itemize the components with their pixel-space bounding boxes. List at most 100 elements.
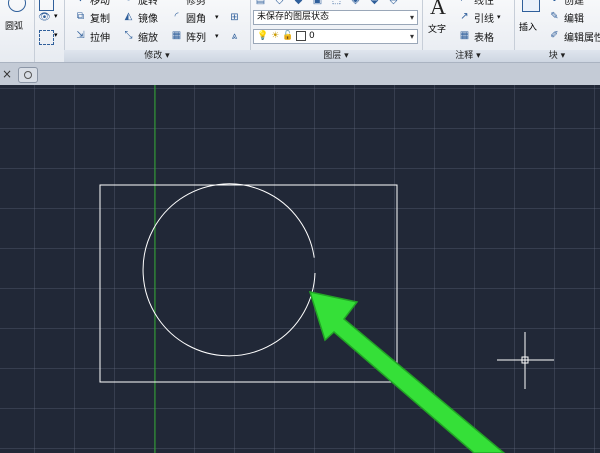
copy-tool-button[interactable]: ⧉ 复制: [74, 9, 110, 25]
layer-walk-icon[interactable]: ⬙: [368, 0, 381, 7]
rotate-tool-partial[interactable]: ↻ 旋转: [122, 0, 158, 7]
draw-extra-column: 👁 ▾ ▾: [34, 0, 65, 62]
offset-icon[interactable]: ⩓: [228, 30, 241, 43]
edit-block-button[interactable]: ✎ 编辑: [548, 9, 584, 25]
layers-panel-title[interactable]: 图层 ▾: [250, 50, 422, 62]
table-tool-button[interactable]: ▦ 表格: [458, 28, 494, 44]
insert-tool-button[interactable]: 插入: [517, 0, 545, 40]
array-label: 阵列: [186, 32, 206, 44]
copy-label: 复制: [90, 13, 110, 25]
plus-icon: [24, 71, 32, 79]
layer-merge-icon[interactable]: ⬘: [387, 0, 400, 7]
stretch-icon: ⇲: [76, 30, 85, 41]
arc-shape[interactable]: [142, 183, 316, 357]
create-block-label: 创建: [564, 0, 584, 7]
leader-tool-button[interactable]: ↗ 引线 ▾: [458, 9, 501, 25]
layer-state-value: 未保存的图层状态: [257, 12, 330, 22]
layer-name-value: 0: [309, 31, 315, 41]
edit-attributes-icon: ✐: [550, 30, 559, 41]
lightbulb-icon: 💡: [257, 31, 269, 41]
annotation-panel: A 文字 ⊢ 线性 ↗ 引线 ▾ ▦ 表格 注释 ▾: [422, 0, 515, 62]
green-arrow-annotation: [308, 290, 506, 453]
unlock-icon: 🔓: [282, 31, 294, 41]
array-icon: ▦: [171, 30, 182, 41]
circle-icon: [8, 0, 26, 12]
chevron-down-icon: ▾: [409, 13, 414, 22]
leader-icon: ↗: [460, 11, 469, 22]
linear-dim-partial[interactable]: ⊢ 线性: [458, 0, 494, 7]
edit-block-icon: ✎: [550, 11, 559, 22]
array-dropdown-arrow[interactable]: ▾: [215, 32, 219, 40]
layer-color-swatch: [296, 30, 307, 41]
table-label: 表格: [474, 32, 494, 44]
fillet-label: 圆角: [186, 13, 206, 25]
region-dropdown-arrow[interactable]: ▾: [54, 31, 58, 39]
edit-block-label: 编辑: [564, 13, 584, 25]
layer-off-icon[interactable]: ◇: [273, 0, 286, 7]
region-icon[interactable]: [39, 30, 54, 45]
fillet-tool-button[interactable]: ◜ 圆角 ▾: [170, 9, 219, 25]
annotation-panel-title[interactable]: 注释 ▾: [422, 50, 514, 62]
modify-panel-title[interactable]: 修改 ▾: [64, 50, 250, 62]
chevron-down-icon: ▾: [409, 32, 414, 41]
block-panel: 插入 ✚ 创建 ✎ 编辑 ✐ 编辑属性 块 ▾: [514, 0, 600, 62]
new-drawing-tab[interactable]: [18, 67, 38, 83]
stretch-tool-button[interactable]: ⇲ 拉伸: [74, 28, 110, 44]
move-label: 移动: [90, 0, 110, 7]
trim-label: 修剪: [186, 0, 206, 7]
close-icon[interactable]: ×: [2, 67, 12, 81]
layer-props-icon[interactable]: ▤: [254, 0, 267, 7]
circle-tool-label: 圆弧: [5, 22, 24, 32]
layer-lock-icon[interactable]: ▣: [311, 0, 324, 7]
sun-icon: ☀: [271, 31, 280, 41]
trim-tool-partial[interactable]: ✂ 修剪: [170, 0, 206, 7]
block-panel-title[interactable]: 块 ▾: [514, 50, 600, 62]
insert-icon: [522, 0, 540, 12]
drawing-canvas[interactable]: [0, 85, 600, 453]
scale-icon: ⤡: [124, 30, 133, 41]
hatch-icon[interactable]: [39, 0, 54, 11]
eye-dropdown-arrow[interactable]: ▾: [54, 12, 58, 20]
layer-prev-icon[interactable]: ◈: [349, 0, 362, 7]
eye-icon[interactable]: 👁: [38, 11, 51, 24]
array-tool-button[interactable]: ▦ 阵列 ▾: [170, 28, 219, 44]
modify-panel: ✥ 移动 ↻ 旋转 ✂ 修剪 ⧉ 复制 ◭ 镜像 ◜ 圆角 ▾ ⊞ ⇲ 拉伸: [64, 0, 251, 62]
layer-iso-icon[interactable]: ◆: [292, 0, 305, 7]
linear-dimension-icon: ⊢: [458, 0, 471, 6]
crosshair-cursor: [497, 332, 554, 389]
explode-icon[interactable]: ⊞: [228, 11, 241, 24]
mirror-icon: ◭: [124, 11, 133, 22]
create-block-icon: ✚: [548, 0, 561, 6]
draw-panel: 圆弧: [0, 0, 35, 62]
text-tool-label: 文字: [428, 25, 447, 35]
create-block-partial[interactable]: ✚ 创建: [548, 0, 584, 7]
scale-label: 缩放: [138, 32, 158, 44]
table-icon: ▦: [459, 30, 470, 41]
mirror-tool-button[interactable]: ◭ 镜像: [122, 9, 158, 25]
mirror-label: 镜像: [138, 13, 158, 25]
layers-panel: ▤ ◇ ◆ ▣ ⬚ ◈ ⬙ ⬘ 未保存的图层状态 ▾ 💡 ☀ 🔓 0 ▾ 图层 …: [250, 0, 423, 62]
fillet-dropdown-arrow[interactable]: ▾: [215, 13, 219, 21]
circle-tool-button[interactable]: 圆弧: [2, 0, 30, 48]
insert-label: 插入: [519, 23, 538, 33]
move-tool-partial[interactable]: ✥ 移动: [74, 0, 110, 7]
copy-icon: ⧉: [76, 11, 85, 22]
canvas-geometry: [99, 85, 554, 453]
stretch-label: 拉伸: [90, 32, 110, 44]
layer-state-dropdown[interactable]: 未保存的图层状态 ▾: [253, 10, 418, 25]
trim-icon: ✂: [170, 0, 183, 6]
fillet-icon: ◜: [174, 11, 179, 22]
edit-attributes-label: 编辑属性: [564, 32, 600, 44]
rotate-icon: ↻: [122, 0, 135, 6]
layer-tools-row: ▤ ◇ ◆ ▣ ⬚ ◈ ⬙ ⬘: [254, 0, 400, 7]
text-tool-button[interactable]: A 文字: [426, 0, 452, 40]
document-tab-bar: ×: [0, 63, 600, 86]
scale-tool-button[interactable]: ⤡ 缩放: [122, 28, 159, 44]
layer-match-icon[interactable]: ⬚: [330, 0, 343, 7]
layer-dropdown[interactable]: 💡 ☀ 🔓 0 ▾: [253, 29, 418, 44]
linear-dim-label: 线性: [474, 0, 494, 7]
text-icon: A: [430, 0, 446, 19]
leader-label: 引线: [474, 13, 494, 25]
edit-attributes-button[interactable]: ✐ 编辑属性: [548, 28, 600, 44]
leader-dropdown-arrow[interactable]: ▾: [497, 13, 501, 21]
